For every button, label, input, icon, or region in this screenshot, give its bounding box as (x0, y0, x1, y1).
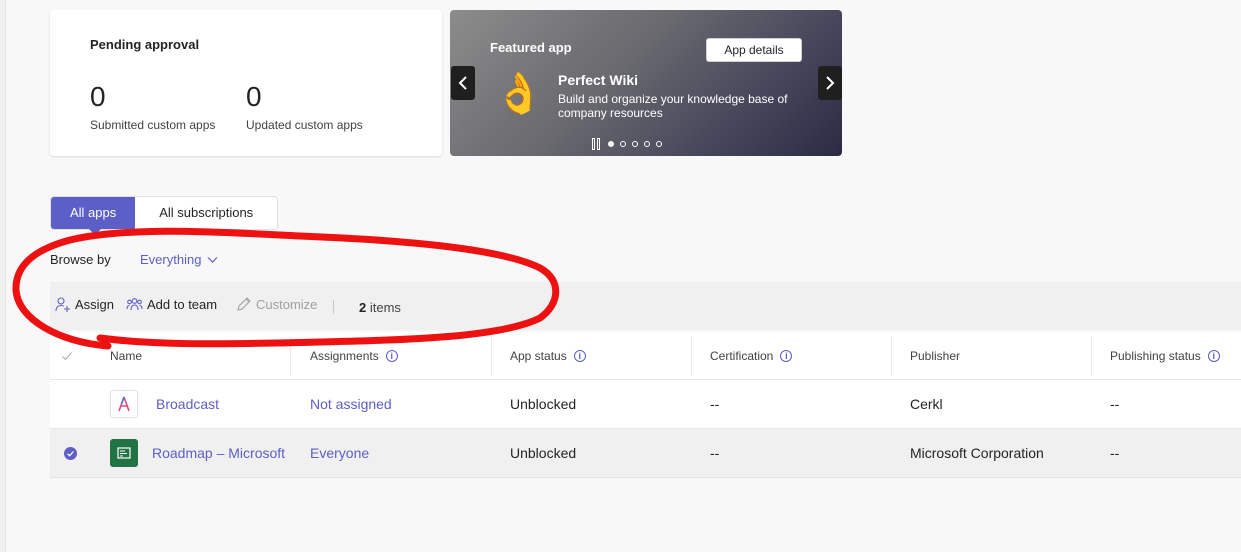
featured-app-label: Featured app (490, 40, 572, 55)
pencil-icon (237, 297, 251, 311)
checkmark-icon (62, 351, 72, 360)
app-details-button[interactable]: App details (706, 38, 802, 62)
carousel-next-button[interactable] (818, 66, 842, 100)
column-header-certification[interactable]: Certification i (710, 332, 793, 379)
table-header-row: Name Assignments i App status i Certific… (50, 332, 1241, 380)
carousel-previous-button[interactable] (451, 66, 475, 100)
column-header-publisher[interactable]: Publisher (910, 332, 960, 379)
customize-button[interactable]: Customize (235, 296, 317, 313)
column-divider[interactable] (891, 336, 892, 376)
ok-hand-icon: 👌 (494, 72, 544, 116)
browse-by-dropdown[interactable]: Everything (140, 252, 218, 267)
left-edge-strip (0, 0, 6, 552)
assign-button[interactable]: Assign (54, 296, 114, 313)
select-all-checkbox[interactable] (60, 332, 74, 379)
roadmap-app-icon (110, 439, 138, 467)
carousel-dot[interactable] (656, 141, 662, 147)
submitted-custom-apps-stat[interactable]: 0 Submitted custom apps (90, 81, 216, 133)
app-name-link[interactable]: Roadmap – Microsoft (152, 445, 285, 461)
broadcast-app-icon (110, 390, 138, 418)
column-header-publishing-status-label: Publishing status (1110, 348, 1201, 363)
certification-cell: -- (710, 396, 720, 412)
carousel-dot[interactable] (620, 141, 626, 147)
info-icon[interactable]: i (1207, 349, 1220, 362)
browse-by-label: Browse by (50, 252, 111, 267)
table-row[interactable]: Broadcast Not assigned Unblocked -- Cerk… (50, 380, 1241, 429)
carousel-dot[interactable] (632, 141, 638, 147)
column-header-app-status-label: App status (510, 348, 567, 363)
person-add-icon (55, 297, 70, 312)
column-divider[interactable] (290, 336, 291, 376)
app-name-link[interactable]: Broadcast (156, 396, 219, 412)
assignments-link[interactable]: Not assigned (310, 380, 392, 428)
table-row[interactable]: Roadmap – Microsoft Everyone Unblocked -… (50, 429, 1241, 478)
updated-custom-apps-stat[interactable]: 0 Updated custom apps (246, 81, 363, 133)
items-count: 2 items (359, 300, 401, 315)
tab-all-subscriptions[interactable]: All subscriptions (135, 197, 277, 229)
info-icon[interactable]: i (780, 349, 793, 362)
people-team-icon (126, 298, 143, 311)
publisher-cell: Cerkl (910, 396, 943, 412)
carousel-dot[interactable] (608, 141, 614, 147)
column-header-certification-label: Certification (710, 348, 774, 363)
pause-icon[interactable] (592, 138, 602, 150)
app-status-cell: Unblocked (510, 445, 577, 461)
publishing-status-cell: -- (1110, 396, 1120, 412)
chevron-down-icon (207, 256, 218, 263)
column-header-app-status[interactable]: App status i (510, 332, 586, 379)
publisher-cell: Microsoft Corporation (910, 445, 1044, 461)
carousel-indicator (592, 138, 662, 150)
column-header-publishing-status[interactable]: Publishing status i (1110, 332, 1220, 379)
updated-count: 0 (246, 81, 262, 112)
updated-label: Updated custom apps (246, 118, 363, 132)
featured-app-name[interactable]: Perfect Wiki (558, 72, 638, 88)
carousel-dot[interactable] (644, 141, 650, 147)
action-toolbar: Assign Add to team Customize 2 items (50, 282, 1241, 330)
app-name-cell: Roadmap – Microsoft (110, 429, 285, 477)
info-icon[interactable]: i (573, 349, 586, 362)
info-icon[interactable]: i (385, 349, 398, 362)
app-status-cell: Unblocked (510, 396, 577, 412)
tab-all-apps[interactable]: All apps (51, 197, 136, 235)
checkmark-circle-icon (64, 446, 77, 460)
featured-app-card: Featured app App details 👌 Perfect Wiki … (450, 10, 842, 156)
assign-label: Assign (75, 297, 115, 312)
chevron-right-icon (826, 76, 835, 90)
pending-approval-title: Pending approval (90, 37, 200, 52)
app-tabs: All apps All subscriptions (50, 196, 279, 235)
app-name-cell: Broadcast (110, 380, 219, 428)
publishing-status-cell: -- (1110, 445, 1120, 461)
add-to-team-button[interactable]: Add to team (126, 296, 217, 313)
toolbar-divider (333, 300, 334, 314)
browse-by-value: Everything (140, 252, 202, 267)
certification-cell: -- (710, 445, 720, 461)
column-divider[interactable] (691, 336, 692, 376)
column-header-name[interactable]: Name (110, 332, 142, 379)
submitted-label: Submitted custom apps (90, 118, 216, 132)
customize-label: Customize (256, 297, 318, 312)
column-divider[interactable] (491, 336, 492, 376)
featured-app-description: Build and organize your knowledge base o… (558, 92, 788, 120)
row-checkbox[interactable] (64, 429, 77, 477)
items-count-number: 2 (359, 300, 367, 315)
items-count-suffix: items (369, 300, 401, 315)
column-header-assignments[interactable]: Assignments i (310, 332, 398, 379)
add-to-team-label: Add to team (147, 297, 218, 312)
column-divider[interactable] (1091, 336, 1092, 376)
apps-table: Name Assignments i App status i Certific… (50, 332, 1241, 478)
chevron-left-icon (458, 76, 467, 90)
pending-approval-card: Pending approval 0 Submitted custom apps… (50, 10, 442, 156)
submitted-count: 0 (90, 81, 106, 112)
column-header-assignments-label: Assignments (310, 348, 379, 363)
assignments-link[interactable]: Everyone (310, 429, 369, 477)
